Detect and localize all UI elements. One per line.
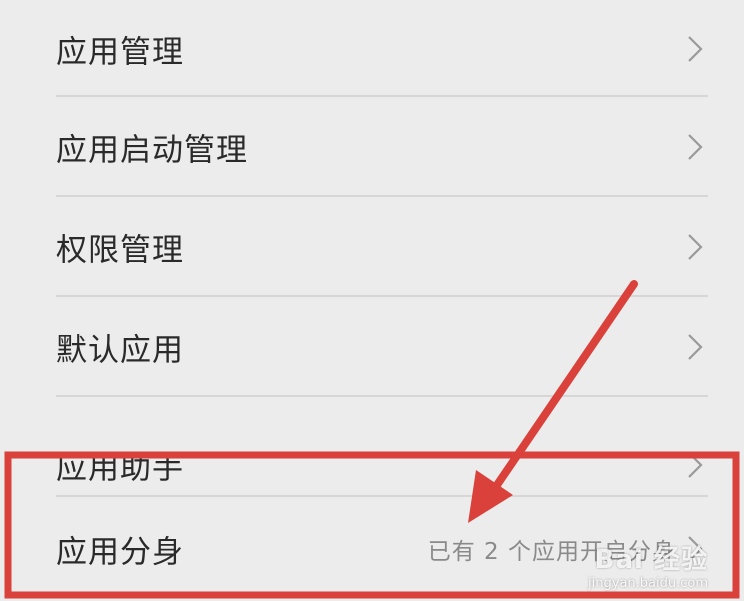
- list-item-label: 应用分身: [56, 534, 184, 571]
- list-item-label: 权限管理: [56, 232, 184, 269]
- list-item-app-launch-management[interactable]: 应用启动管理: [0, 97, 744, 197]
- list-item-label: 应用助手: [56, 450, 184, 487]
- chevron-right-icon: [688, 134, 703, 160]
- chevron-right-icon: [688, 334, 703, 360]
- list-item-app-clone[interactable]: 应用分身 已有 2 个应用开启分身: [0, 497, 744, 601]
- chevron-right-icon: [688, 35, 703, 62]
- settings-list: 应用管理 应用启动管理 权限管理 默认应用 应用助手 应用分身 已有 2 个应用…: [0, 0, 744, 601]
- list-item-permission-management[interactable]: 权限管理: [0, 197, 744, 297]
- list-item-label: 应用启动管理: [56, 132, 248, 169]
- list-item-app-management[interactable]: 应用管理: [0, 0, 744, 97]
- list-item-app-assistant[interactable]: 应用助手: [0, 397, 744, 497]
- settings-screen: 应用管理 应用启动管理 权限管理 默认应用 应用助手 应用分身 已有 2 个应用…: [0, 0, 744, 601]
- chevron-right-icon: [688, 452, 703, 478]
- list-item-default-apps[interactable]: 默认应用: [0, 297, 744, 397]
- list-item-label: 默认应用: [56, 332, 184, 369]
- list-item-label: 应用管理: [56, 34, 184, 70]
- list-item-value: 已有 2 个应用开启分身: [427, 539, 676, 565]
- chevron-right-icon: [688, 234, 703, 260]
- chevron-right-icon: [688, 536, 703, 562]
